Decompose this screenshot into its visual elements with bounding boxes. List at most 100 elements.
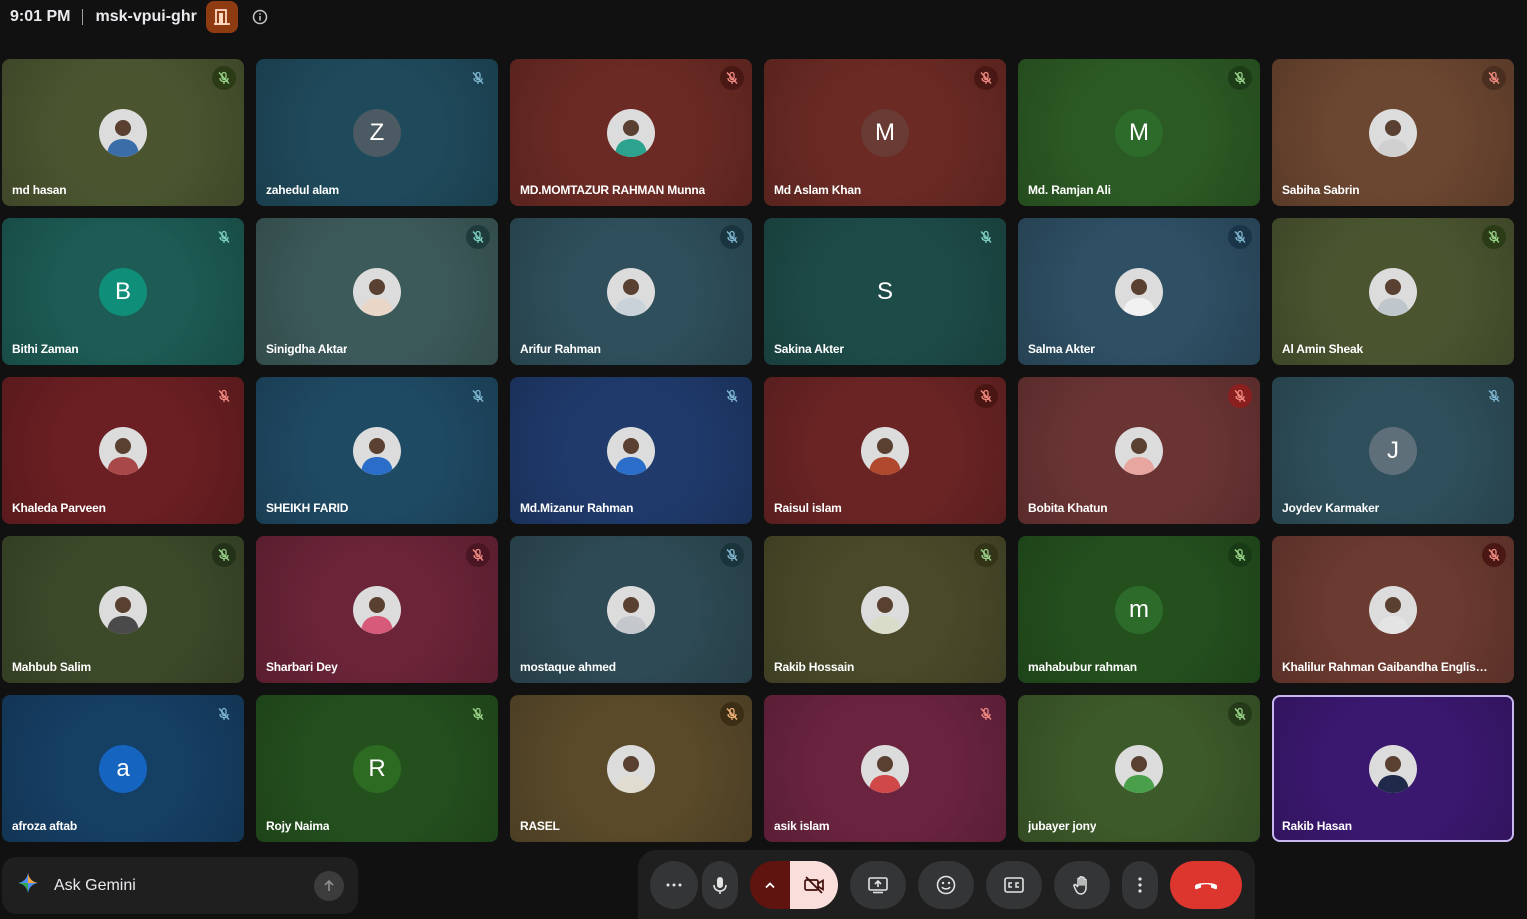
- participant-initial: J: [1369, 426, 1417, 475]
- emoji-icon: [936, 875, 956, 895]
- participant-tile[interactable]: Mahbub Salim: [2, 536, 244, 683]
- participant-name: Rakib Hossain: [774, 660, 855, 674]
- person-photo-icon: [607, 585, 655, 634]
- emoji-reactions-button[interactable]: [918, 861, 974, 909]
- participant-tile[interactable]: RASEL: [510, 695, 752, 842]
- mic-off-icon: [466, 702, 490, 726]
- participant-tile[interactable]: Salma Akter: [1018, 218, 1260, 365]
- more-actions-button[interactable]: [1122, 861, 1158, 909]
- person-photo-icon: [861, 585, 909, 634]
- person-photo-icon: [1369, 744, 1417, 793]
- raise-hand-button[interactable]: [1054, 861, 1110, 909]
- participant-tile[interactable]: SHEIKH FARID: [256, 377, 498, 524]
- person-photo-icon: [607, 744, 655, 793]
- mic-off-icon: [1228, 702, 1252, 726]
- participant-tile[interactable]: Zzahedul alam: [256, 59, 498, 206]
- participant-tile[interactable]: J Joydev Karmaker: [1272, 377, 1514, 524]
- participant-name: SHEIKH FARID: [266, 501, 349, 515]
- participant-tile-self[interactable]: Rakib Hasan: [1272, 695, 1514, 842]
- person-photo-icon: [1369, 267, 1417, 316]
- vertical-dots-icon: [1138, 877, 1142, 893]
- participant-name: Md. Ramjan Ali: [1028, 183, 1111, 197]
- participant-name: mahabubur rahman: [1028, 660, 1137, 674]
- camera-options-button[interactable]: [750, 861, 790, 909]
- microphone-button[interactable]: [702, 861, 738, 909]
- participant-tile[interactable]: m mahabubur rahman: [1018, 536, 1260, 683]
- camera-toggle-button[interactable]: [790, 861, 838, 909]
- participant-tile[interactable]: Md.Mizanur Rahman: [510, 377, 752, 524]
- participant-initial: m: [1115, 585, 1163, 634]
- more-options-button[interactable]: [650, 861, 698, 909]
- participant-name: Md Aslam Khan: [774, 183, 861, 197]
- person-photo-icon: [607, 426, 655, 475]
- participant-name: Joydev Karmaker: [1282, 501, 1380, 515]
- mic-off-icon: [212, 66, 236, 90]
- call-controls: [638, 850, 1255, 919]
- mic-off-icon: [212, 543, 236, 567]
- mic-off-icon: [974, 702, 998, 726]
- participant-name: Khalilur Rahman Gaibandha English...: [1282, 660, 1492, 674]
- participant-tile[interactable]: asik islam: [764, 695, 1006, 842]
- participant-tile[interactable]: Arifur Rahman: [510, 218, 752, 365]
- participant-tile[interactable]: a afroza aftab: [2, 695, 244, 842]
- mic-off-icon: [1228, 384, 1252, 408]
- participant-tile[interactable]: Bobita Khatun: [1018, 377, 1260, 524]
- participant-tile[interactable]: Rakib Hossain: [764, 536, 1006, 683]
- participant-tile[interactable]: mostaque ahmed: [510, 536, 752, 683]
- person-photo-icon: [1115, 426, 1163, 475]
- ask-gemini-bar[interactable]: Ask Gemini: [2, 857, 358, 914]
- captions-button[interactable]: [986, 861, 1042, 909]
- participant-name: Sharbari Dey: [266, 660, 338, 674]
- host-badge-icon[interactable]: [205, 1, 238, 33]
- mic-off-icon: [1228, 225, 1252, 249]
- participant-tile[interactable]: M Md. Ramjan Ali: [1018, 59, 1260, 206]
- participant-name: zahedul alam: [266, 183, 339, 197]
- mic-off-icon: [720, 543, 744, 567]
- participant-tile[interactable]: Sharbari Dey: [256, 536, 498, 683]
- participant-name: Rojy Naima: [266, 819, 330, 833]
- participant-name: Md.Mizanur Rahman: [520, 501, 634, 515]
- participant-tile[interactable]: Sinigdha Aktar: [256, 218, 498, 365]
- present-screen-button[interactable]: [850, 861, 906, 909]
- participant-tile[interactable]: Khalilur Rahman Gaibandha English...: [1272, 536, 1514, 683]
- mic-off-icon: [466, 66, 490, 90]
- info-icon[interactable]: [252, 9, 268, 25]
- participant-initial: S: [861, 267, 909, 316]
- participant-name: Bobita Khatun: [1028, 501, 1108, 515]
- participant-initial: B: [99, 267, 147, 316]
- person-photo-icon: [607, 267, 655, 316]
- participant-tile[interactable]: Khaleda Parveen: [2, 377, 244, 524]
- more-options-icon: [666, 883, 682, 887]
- present-screen-icon: [868, 877, 888, 894]
- participant-tile[interactable]: M Md Aslam Khan: [764, 59, 1006, 206]
- hang-up-icon: [1195, 883, 1217, 890]
- participant-tile[interactable]: jubayer jony: [1018, 695, 1260, 842]
- gemini-sparkle-icon: [16, 871, 40, 900]
- participant-tile[interactable]: MD.MOMTAZUR RAHMAN Munna: [510, 59, 752, 206]
- participant-tile[interactable]: Raisul islam: [764, 377, 1006, 524]
- microphone-icon: [713, 877, 727, 894]
- participant-tile[interactable]: Al Amin Sheak: [1272, 218, 1514, 365]
- mic-off-icon: [1482, 543, 1506, 567]
- person-photo-icon: [353, 585, 401, 634]
- participant-tile[interactable]: md hasan: [2, 59, 244, 206]
- mic-off-icon: [720, 384, 744, 408]
- mic-off-icon: [466, 384, 490, 408]
- participant-name: Khaleda Parveen: [12, 501, 106, 515]
- mic-off-icon: [720, 225, 744, 249]
- participant-initial: Z: [353, 108, 401, 157]
- participant-tile[interactable]: Sabiha Sabrin: [1272, 59, 1514, 206]
- leave-call-button[interactable]: [1170, 861, 1242, 909]
- send-button[interactable]: [314, 871, 344, 901]
- person-photo-icon: [1115, 744, 1163, 793]
- person-photo-icon: [353, 267, 401, 316]
- participant-name: afroza aftab: [12, 819, 77, 833]
- participant-name: Salma Akter: [1028, 342, 1095, 356]
- participant-initial: M: [1115, 108, 1163, 157]
- participant-tile[interactable]: S Sakina Akter: [764, 218, 1006, 365]
- mic-off-icon: [1228, 543, 1252, 567]
- captions-icon: [1004, 877, 1024, 893]
- participant-tile[interactable]: R Rojy Naima: [256, 695, 498, 842]
- participant-name: Sakina Akter: [774, 342, 844, 356]
- participant-tile[interactable]: B Bithi Zaman: [2, 218, 244, 365]
